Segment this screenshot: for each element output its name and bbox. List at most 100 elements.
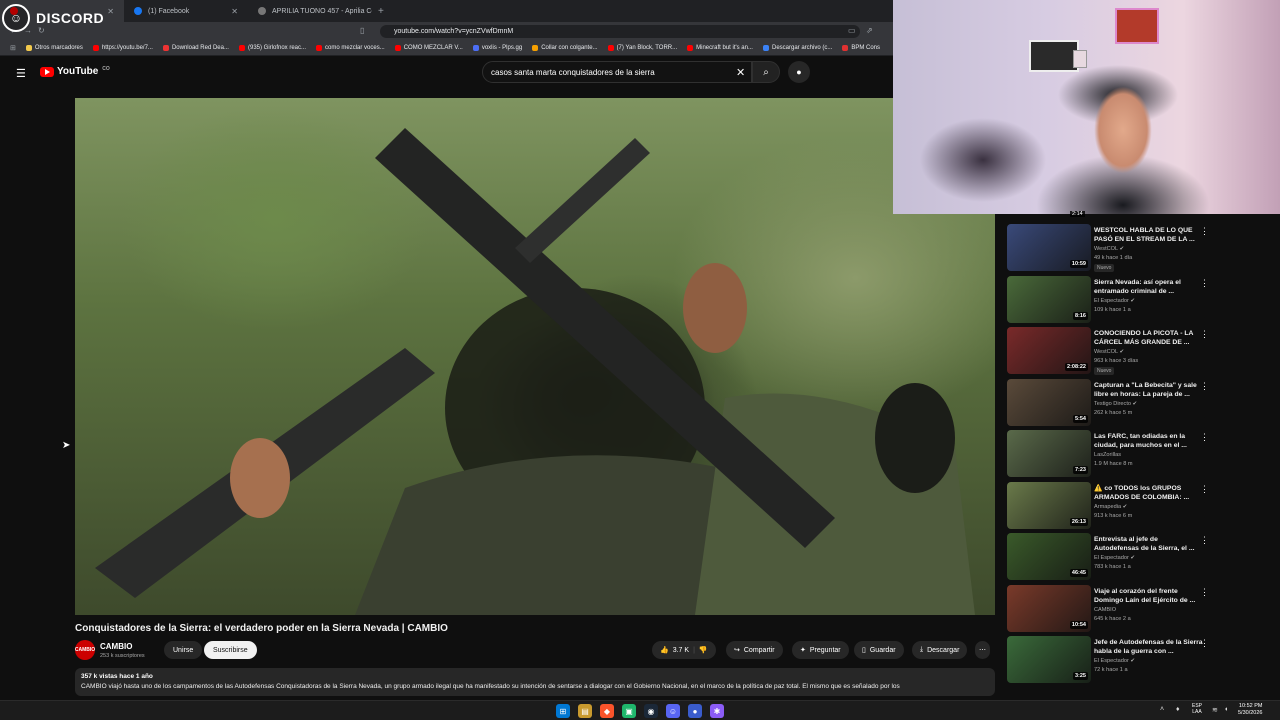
discord-icon[interactable]: ☺ — [666, 704, 680, 718]
join-button[interactable]: Unirse — [164, 641, 203, 659]
recommended-channel[interactable]: El Espectador ✔ — [1094, 658, 1135, 664]
subscribe-button[interactable]: Suscribirse — [204, 641, 257, 659]
more-options-icon[interactable]: ⋮ — [1200, 278, 1209, 289]
recommended-video[interactable]: 5:54 Capturan a "La Bebecita" y sale libr… — [1005, 378, 1280, 429]
video-thumbnail[interactable]: 8:16 — [1007, 275, 1091, 323]
recommended-video[interactable]: 10:59 WESTCOL HABLA DE LO QUE PASÓ EN EL … — [1005, 224, 1280, 274]
share-page-icon[interactable]: ⇗ — [866, 26, 873, 35]
recommended-title[interactable]: CONOCIENDO LA PICOTA - LA CÁRCEL MÁS GRA… — [1094, 329, 1204, 347]
install-app-icon[interactable]: ▭ — [848, 26, 856, 35]
clear-search-icon[interactable]: ✕ — [736, 66, 745, 79]
bookmark-item[interactable]: BPM Cons — [842, 44, 880, 51]
video-thumbnail[interactable]: 5:54 — [1007, 378, 1091, 426]
browser-tab[interactable]: (1) Facebook ✕ — [124, 0, 248, 22]
url-field[interactable]: youtube.com/watch?v=ycnZVwfDmnM — [380, 25, 860, 38]
more-options-icon[interactable]: ⋮ — [1200, 329, 1209, 340]
file-explorer-icon[interactable]: ▤ — [578, 704, 592, 718]
video-thumbnail[interactable]: 7:23 — [1007, 430, 1091, 477]
app-purple-icon[interactable]: ✱ — [710, 704, 724, 718]
bookmark-item[interactable]: Minecraft but it's an... — [687, 44, 753, 51]
app-blue-icon[interactable]: ● — [688, 704, 702, 718]
recommended-video[interactable]: 3:25 Jefe de Autodefensas de la Sierra ha… — [1005, 636, 1280, 686]
recommended-channel[interactable]: WestCOL ✔ — [1094, 349, 1124, 355]
more-actions-button[interactable]: ⋯ — [975, 641, 990, 659]
bookmark-item[interactable]: COMO MEZCLAR V... — [394, 44, 463, 51]
bookmark-item[interactable]: voxlis - Plps.gg — [472, 44, 522, 51]
more-options-icon[interactable]: ⋮ — [1200, 226, 1209, 237]
recommended-channel[interactable]: El Espectador ✔ — [1094, 298, 1135, 304]
recommended-video[interactable]: 2:08:22 CONOCIENDO LA PICOTA - LA CÁRCEL … — [1005, 327, 1280, 377]
more-options-icon[interactable]: ⋮ — [1200, 484, 1209, 495]
more-options-icon[interactable]: ⋮ — [1200, 638, 1209, 649]
recommended-channel[interactable]: LasZorillas — [1094, 452, 1121, 458]
save-button[interactable]: ▯ Guardar — [854, 641, 904, 659]
channel-name[interactable]: CAMBIO — [100, 642, 132, 651]
video-player[interactable] — [75, 98, 995, 615]
bookmark-page-icon[interactable]: ▯ — [360, 26, 364, 35]
recommended-channel[interactable]: El Espectador ✔ — [1094, 555, 1135, 561]
volume-icon[interactable]: ◖ — [1224, 706, 1228, 713]
bookmark-item[interactable]: Collar con colgante... — [532, 44, 598, 51]
ask-button[interactable]: ✦ Preguntar — [792, 641, 849, 659]
recommended-video[interactable]: 8:16 Sierra Nevada: así opera el entramad… — [1005, 275, 1280, 326]
video-thumbnail[interactable]: 2:08:22 — [1007, 327, 1091, 374]
close-tab-icon[interactable]: ✕ — [107, 7, 114, 16]
bookmark-item[interactable]: Download Red Dea... — [162, 44, 229, 51]
more-options-icon[interactable]: ⋮ — [1200, 587, 1209, 598]
recommended-title[interactable]: Capturan a "La Bebecita" y sale libre en… — [1094, 381, 1204, 399]
new-tab-icon[interactable]: + — [372, 6, 390, 17]
hamburger-menu-icon[interactable]: ☰ — [16, 67, 26, 80]
recommended-channel[interactable]: Testigo Directo ✔ — [1094, 401, 1137, 407]
bookmark-item[interactable]: https://youtu.be/7... — [92, 44, 153, 51]
recommended-channel[interactable]: CAMBIO — [1094, 607, 1116, 613]
video-thumbnail[interactable]: 10:54 — [1007, 584, 1091, 632]
tray-app-icon[interactable]: ♦ — [1176, 706, 1180, 713]
video-thumbnail[interactable]: 3:25 — [1007, 636, 1091, 683]
recommended-title[interactable]: WESTCOL HABLA DE LO QUE PASÓ EN EL STREA… — [1094, 226, 1204, 244]
recommended-title[interactable]: ⚠️ co TODOS los GRUPOS ARMADOS DE COLOMB… — [1094, 484, 1204, 502]
brave-browser-icon[interactable]: ◆ — [600, 704, 614, 718]
video-thumbnail[interactable]: 10:59 — [1007, 224, 1091, 271]
dislike-icon[interactable]: 👎 — [699, 646, 708, 654]
language-indicator[interactable]: ESP LAA — [1192, 703, 1202, 715]
recommended-channel[interactable]: WestCOL ✔ — [1094, 246, 1124, 252]
recommended-title[interactable]: Las FARC, tan odiadas en la ciudad, para… — [1094, 432, 1204, 450]
start-icon[interactable]: ⊞ — [556, 704, 570, 718]
more-options-icon[interactable]: ⋮ — [1200, 432, 1209, 443]
browser-tab[interactable]: APRILIA TUONO 457 - Aprilia Colom...✕ — [248, 0, 372, 22]
video-thumbnail[interactable]: 26:13 — [1007, 481, 1091, 529]
wifi-icon[interactable]: ≋ — [1212, 706, 1218, 714]
search-input[interactable]: casos santa marta conquistadores de la s… — [482, 61, 752, 83]
recommended-video[interactable]: 7:23 Las FARC, tan odiadas en la ciudad, … — [1005, 430, 1280, 480]
recommended-title[interactable]: Viaje al corazón del frente Domingo Laín… — [1094, 587, 1204, 605]
voice-search-button[interactable]: ● — [788, 61, 810, 83]
close-tab-icon[interactable]: ✕ — [231, 7, 238, 16]
apps-grid-icon[interactable]: ⊞ — [10, 44, 16, 52]
like-icon[interactable]: 👍 — [660, 646, 669, 654]
like-count[interactable]: 3.7 K — [673, 647, 689, 654]
bookmark-item[interactable]: (935) Girlofnox reac... — [238, 44, 306, 51]
recommended-title[interactable]: Sierra Nevada: así opera el entramado cr… — [1094, 278, 1204, 296]
more-options-icon[interactable]: ⋮ — [1200, 535, 1209, 546]
bookmark-item[interactable]: (7) Yan Block, TORR... — [607, 44, 677, 51]
app-green-icon[interactable]: ▣ — [622, 704, 636, 718]
description-box[interactable]: 357 k vistas hace 1 año CAMBIO viajó has… — [75, 668, 995, 696]
search-button[interactable]: ⌕ — [752, 61, 780, 83]
bookmark-item[interactable]: Otros marcadores — [25, 44, 83, 51]
recommended-video[interactable]: 26:13 ⚠️ co TODOS los GRUPOS ARMADOS DE C… — [1005, 481, 1280, 532]
download-button[interactable]: ⤓ Descargar — [912, 641, 968, 659]
recommended-video[interactable]: 46:45 Entrevista al jefe de Autodefensas … — [1005, 533, 1280, 583]
recommended-title[interactable]: Jefe de Autodefensas de la Sierra habla … — [1094, 638, 1204, 656]
video-thumbnail[interactable]: 46:45 — [1007, 533, 1091, 580]
share-button[interactable]: ↪ Compartir — [726, 641, 783, 659]
recommended-video[interactable]: 10:54 Viaje al corazón del frente Domingo… — [1005, 584, 1280, 635]
steam-icon[interactable]: ◉ — [644, 704, 658, 718]
bookmark-item[interactable]: Descargar archivo (c... — [762, 44, 832, 51]
youtube-logo[interactable]: YouTube CO — [40, 66, 110, 77]
tray-chevron-icon[interactable]: ˄ — [1160, 706, 1164, 713]
recommended-channel[interactable]: Armapedia ✔ — [1094, 504, 1127, 510]
recommended-title[interactable]: Entrevista al jefe de Autodefensas de la… — [1094, 535, 1204, 553]
more-options-icon[interactable]: ⋮ — [1200, 381, 1209, 392]
channel-avatar[interactable]: CAMBIO — [75, 640, 95, 660]
system-clock[interactable]: 10:52 PM 5/30/2026 — [1238, 703, 1262, 717]
